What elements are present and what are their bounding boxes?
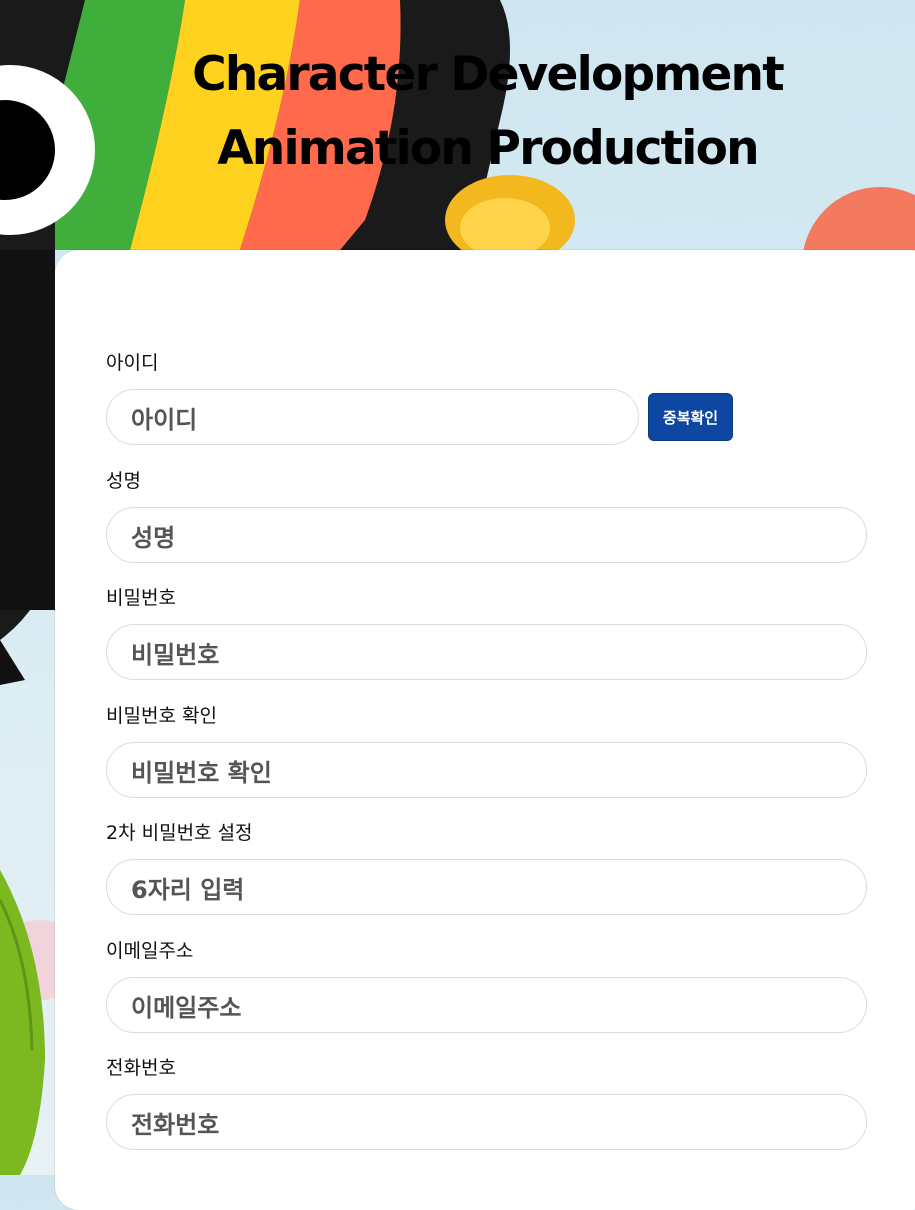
password-label: 비밀번호 <box>106 587 176 609</box>
phone-input[interactable]: 전화번호 <box>106 1094 867 1150</box>
name-input[interactable]: 성명 <box>106 507 867 563</box>
secondary-password-input[interactable]: 6자리 입력 <box>106 859 867 915</box>
signup-form-card: 아이디 아이디 중복확인 성명 성명 비밀번호 비밀번호 비밀번호 확인 비밀번… <box>55 250 915 1210</box>
password-confirm-label: 비밀번호 확인 <box>106 705 217 727</box>
username-input[interactable]: 아이디 <box>106 389 639 445</box>
name-field-group: 성명 성명 <box>106 469 867 563</box>
email-input[interactable]: 이메일주소 <box>106 977 867 1033</box>
hero-title-line-1: Character Development <box>192 47 785 102</box>
hero-title: Character Development Animation Producti… <box>0 38 915 186</box>
email-field-group: 이메일주소 이메일주소 <box>106 939 867 1033</box>
phone-field-group: 전화번호 전화번호 <box>106 1056 867 1150</box>
email-label: 이메일주소 <box>106 940 194 962</box>
phone-label: 전화번호 <box>106 1057 176 1079</box>
password-confirm-field-group: 비밀번호 확인 비밀번호 확인 <box>106 704 867 798</box>
password-field-group: 비밀번호 비밀번호 <box>106 586 867 680</box>
password-input[interactable]: 비밀번호 <box>106 624 867 680</box>
username-field-group: 아이디 아이디 중복확인 <box>106 351 867 445</box>
duplicate-check-button[interactable]: 중복확인 <box>648 393 733 441</box>
username-label: 아이디 <box>106 352 159 374</box>
secondary-password-label: 2차 비밀번호 설정 <box>106 822 253 844</box>
name-label: 성명 <box>106 470 141 492</box>
password-confirm-input[interactable]: 비밀번호 확인 <box>106 742 867 798</box>
hero-title-line-2: Animation Production <box>217 121 759 176</box>
username-row: 아이디 중복확인 <box>106 389 867 445</box>
secondary-password-field-group: 2차 비밀번호 설정 6자리 입력 <box>106 821 867 915</box>
